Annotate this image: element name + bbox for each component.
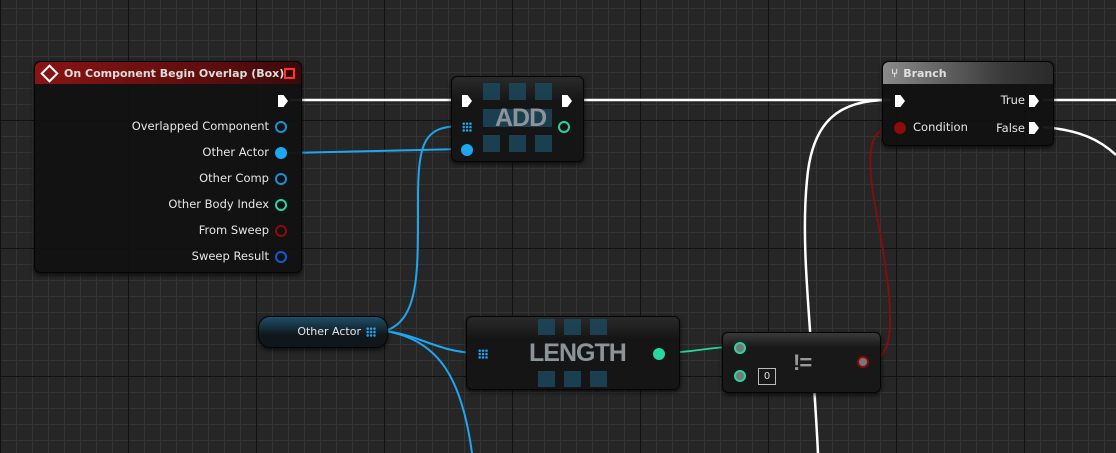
delegate-pin-icon[interactable] [284, 67, 295, 79]
branch-icon: ⑂ [891, 66, 899, 80]
bool-wire-condition [867, 126, 894, 363]
event-output-pin[interactable] [275, 147, 287, 159]
exec-out-pin[interactable] [278, 95, 288, 107]
event-output-pin[interactable] [275, 225, 287, 237]
event-output-pin[interactable] [275, 199, 287, 211]
length-array-in-pin[interactable] [478, 349, 488, 359]
branch-true-pin[interactable] [1029, 95, 1039, 107]
add-target-array-pin[interactable] [462, 122, 472, 132]
event-pin-label: Overlapped Component [131, 119, 269, 133]
array-wire-down [384, 330, 473, 453]
condition-label: Condition [913, 120, 968, 134]
event-pin-label: From Sweep [198, 223, 269, 237]
add-index-out-pin[interactable] [558, 121, 570, 133]
add-node-title: ADD [495, 104, 547, 132]
event-node-header[interactable]: On Component Begin Overlap (Box) [35, 62, 301, 84]
add-exec-in-pin[interactable] [462, 95, 472, 107]
add-exec-out-pin[interactable] [562, 95, 572, 107]
event-node-title: On Component Begin Overlap (Box) [64, 66, 285, 80]
object-wire-other-actor [287, 148, 463, 154]
length-node[interactable]: LENGTH [466, 316, 680, 390]
true-label: True [1000, 93, 1025, 107]
other-actor-variable-node[interactable]: Other Actor [258, 316, 388, 348]
not-equal-b-pin[interactable] [734, 370, 746, 382]
branch-exec-in-pin[interactable] [895, 95, 905, 107]
event-pin-label: Sweep Result [191, 249, 269, 263]
branch-node-title: Branch [903, 66, 947, 80]
variable-array-out-pin[interactable] [366, 327, 376, 337]
length-node-title: LENGTH [529, 339, 627, 367]
exec-wire-below-branch [803, 98, 889, 453]
not-equal-title: != [793, 350, 812, 375]
event-pin-label: Other Body Index [168, 197, 269, 211]
event-node[interactable]: On Component Begin Overlap (Box) Overlap… [34, 61, 302, 273]
false-label: False [996, 121, 1025, 135]
event-output-pin[interactable] [275, 251, 287, 263]
variable-label: Other Actor [297, 325, 361, 338]
add-node[interactable]: ADD [451, 76, 584, 162]
not-equal-b-default-input[interactable]: 0 [758, 368, 776, 385]
not-equal-node[interactable]: 0 != [722, 332, 881, 393]
branch-node[interactable]: ⑂ Branch Condition True False [882, 61, 1054, 146]
event-pin-label: Other Comp [199, 171, 269, 185]
event-output-pin[interactable] [275, 173, 287, 185]
branch-node-header[interactable]: ⑂ Branch [883, 62, 1053, 84]
event-pin-label: Other Actor [202, 145, 269, 159]
event-output-pin[interactable] [275, 121, 287, 133]
add-item-pin[interactable] [461, 144, 473, 156]
event-diamond-icon [40, 63, 59, 83]
length-out-pin[interactable] [653, 348, 665, 360]
branch-condition-pin[interactable] [894, 122, 906, 134]
not-equal-out-pin[interactable] [857, 356, 869, 368]
not-equal-a-pin[interactable] [734, 342, 746, 354]
branch-false-pin[interactable] [1029, 122, 1039, 134]
